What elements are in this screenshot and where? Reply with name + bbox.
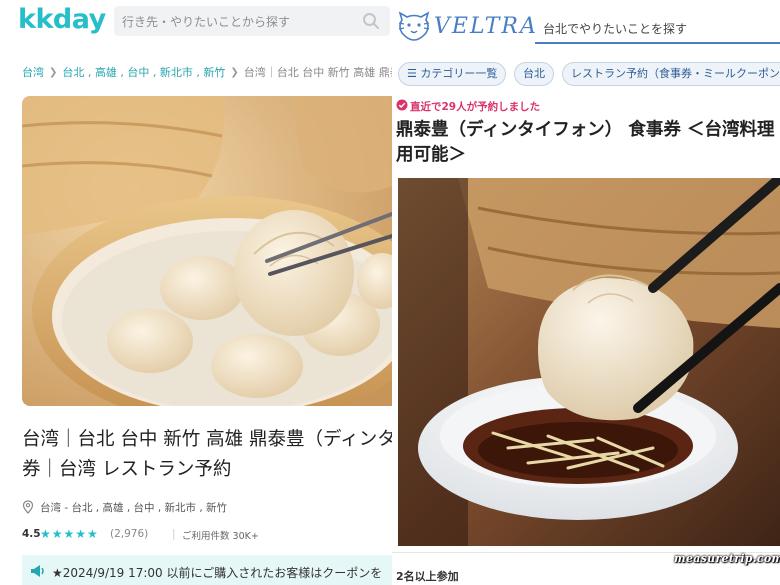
notice-banner: ★2024/9/19 17:00 以前にご購入されたお客様はクーポンを	[22, 555, 392, 585]
veltra-pane: VELTRA 台北でやりたいことを探す ☰ カテゴリー一覧 台北 レストラン予約…	[392, 0, 780, 585]
product-title-line: 用可能＞	[396, 145, 466, 165]
product-title: 台湾｜台北 台中 新竹 高雄 鼎泰豊（ディンタ 券｜台湾 レストラン予約	[22, 425, 392, 485]
kkday-header: kkday 行き先・やりたいことから探す	[0, 0, 392, 44]
watermark: measuretrip.com	[674, 552, 780, 565]
veltra-search-input[interactable]: 台北でやりたいことを探す	[543, 20, 687, 37]
kkday-pane: kkday 行き先・やりたいことから探す 台湾 ❯ 台北 , 高雄 , 台中 , 新…	[0, 0, 392, 585]
kkday-search-input[interactable]: 行き先・やりたいことから探す	[122, 13, 290, 30]
location-text: 台湾 - 台北 , 高雄 , 台中 , 新北市 , 新竹	[40, 502, 228, 514]
kkday-search-bar[interactable]: 行き先・やりたいことから探す	[114, 6, 390, 36]
usage-count: ご利用件数 30K+	[182, 531, 259, 542]
chevron-right-icon: ❯	[49, 66, 58, 78]
megaphone-icon	[31, 565, 44, 577]
chip-label: 台北	[523, 67, 545, 80]
product-title-line: 鼎泰豊（ディンタイフォン） 食事券 ＜台湾料理	[396, 120, 775, 140]
breadcrumb-item[interactable]: 台北 , 高雄 , 台中 , 新北市 , 新竹	[62, 64, 225, 80]
chip-label: カテゴリー一覧	[420, 67, 498, 80]
chip-taipei[interactable]: 台北	[514, 62, 554, 86]
chip-restaurant[interactable]: レストラン予約（食事券・ミールクーポン）	[562, 62, 780, 86]
product-photo[interactable]	[398, 178, 780, 546]
star-rating-icon: ★★★★★	[40, 527, 99, 541]
rating-score: 4.5	[22, 528, 41, 540]
check-circle-icon	[396, 99, 408, 111]
list-icon: ☰	[407, 67, 417, 80]
chip-category-list[interactable]: ☰ カテゴリー一覧	[398, 62, 507, 86]
category-chips: ☰ カテゴリー一覧 台北 レストラン予約（食事券・ミールクーポン）	[396, 62, 780, 86]
booking-alert-text: 直近で29人が予約しました	[410, 101, 541, 113]
veltra-search-bar[interactable]: 台北でやりたいことを探す	[535, 10, 780, 44]
review-count[interactable]: (2,976)	[110, 528, 148, 540]
veltra-logo[interactable]: VELTRA	[434, 14, 538, 39]
product-title-line: 台湾｜台北 台中 新竹 高雄 鼎泰豊（ディンタ	[22, 429, 392, 450]
min-participants: 2名以上参加	[396, 570, 459, 583]
chevron-right-icon: ❯	[230, 66, 239, 78]
tiger-logo-icon[interactable]	[396, 10, 432, 42]
location-row: 台湾 - 台北 , 高雄 , 台中 , 新北市 , 新竹	[22, 500, 392, 514]
kkday-logo[interactable]: kkday	[18, 4, 106, 35]
product-photo[interactable]	[22, 96, 392, 406]
chip-label: レストラン予約（食事券・ミールクーポン）	[571, 67, 780, 80]
product-title: 鼎泰豊（ディンタイフォン） 食事券 ＜台湾料理 用可能＞	[396, 118, 780, 168]
search-icon[interactable]	[362, 12, 380, 30]
breadcrumb: 台湾 ❯ 台北 , 高雄 , 台中 , 新北市 , 新竹 ❯ 台湾｜台北 台中 新竹 高…	[22, 64, 392, 80]
veltra-header: VELTRA 台北でやりたいことを探す	[392, 0, 780, 50]
product-title-line: 券｜台湾 レストラン予約	[22, 459, 232, 480]
notice-text: ★2024/9/19 17:00 以前にご購入されたお客様はクーポンを	[52, 566, 383, 580]
divider: |	[172, 528, 176, 540]
breadcrumb-item[interactable]: 台湾	[22, 64, 44, 80]
map-pin-icon	[22, 500, 34, 514]
breadcrumb-current: 台湾｜台北 台中 新竹 高雄 鼎泰	[243, 66, 392, 79]
